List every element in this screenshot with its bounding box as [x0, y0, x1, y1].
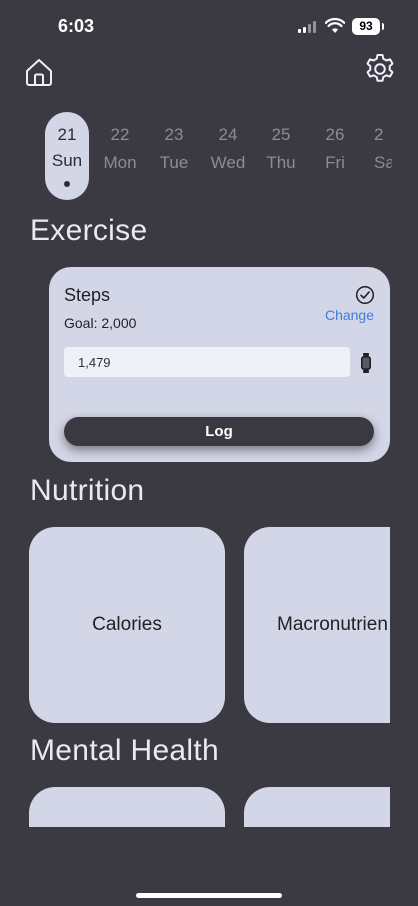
- macronutrients-label: Macronutrien: [277, 614, 388, 635]
- home-indicator[interactable]: [136, 893, 282, 898]
- section-title-mental-health: Mental Health: [30, 734, 219, 767]
- macronutrients-tile[interactable]: Macronutrien: [244, 527, 390, 723]
- nutrition-scroller: Calories Macronutrien: [0, 0, 390, 906]
- mental-health-tile-2[interactable]: [244, 787, 390, 827]
- mental-health-tile-1[interactable]: [29, 787, 225, 827]
- calories-label: Calories: [92, 614, 162, 635]
- calories-tile[interactable]: Calories: [29, 527, 225, 723]
